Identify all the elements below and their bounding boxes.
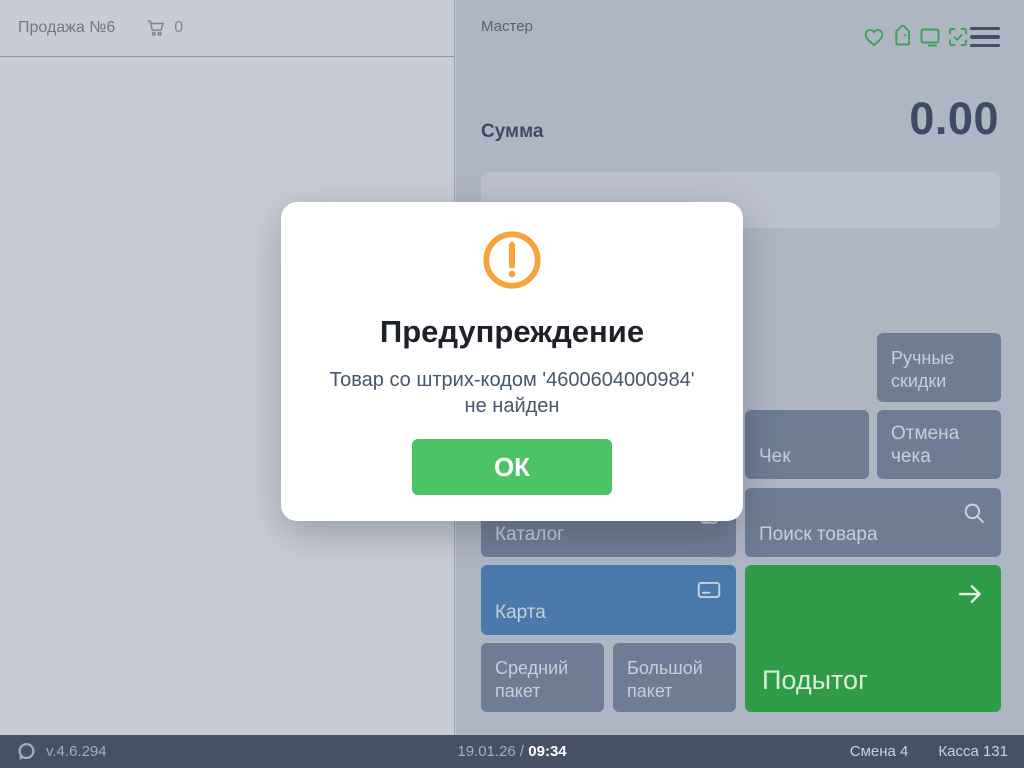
app-logo-icon xyxy=(16,741,37,762)
dialog-message: Товар со штрих-кодом '4600604000984' не … xyxy=(321,367,703,420)
sale-header: Продажа №6 0 xyxy=(0,0,454,57)
subtotal-button[interactable]: Подытог xyxy=(745,565,1001,712)
arrow-right-icon xyxy=(955,579,985,609)
search-icon xyxy=(961,500,987,526)
sum-value: 0.00 xyxy=(909,93,999,145)
pos-screen: Продажа №6 0 Мастер xyxy=(0,0,1024,768)
sum-label: Сумма xyxy=(481,121,543,143)
scan-check-icon[interactable] xyxy=(946,25,970,49)
version-text: v.4.6.294 xyxy=(46,743,107,760)
cart-icon xyxy=(145,17,167,39)
date-text: 19.01.26 xyxy=(457,743,515,760)
manual-discounts-button[interactable]: Ручные скидки xyxy=(877,333,1001,402)
cart-count: 0 xyxy=(174,19,183,37)
cashier-name: Мастер xyxy=(481,18,533,35)
menu-icon[interactable] xyxy=(970,27,1000,47)
register-label: Касса 131 xyxy=(938,743,1008,760)
medium-bag-button[interactable]: Средний пакет xyxy=(481,643,604,712)
heart-icon[interactable] xyxy=(862,25,886,49)
credit-card-icon xyxy=(696,577,722,603)
time-text: 09:34 xyxy=(528,743,566,760)
status-bar: v.4.6.294 19.01.26 / 09:34 Смена 4 Касса… xyxy=(0,735,1024,768)
warning-icon xyxy=(481,229,543,291)
monitor-icon[interactable] xyxy=(918,25,942,49)
receipt-button[interactable]: Чек xyxy=(745,410,869,479)
datetime: 19.01.26 / 09:34 xyxy=(457,743,566,760)
dialog-title: Предупреждение xyxy=(281,314,743,350)
cart-indicator[interactable]: 0 xyxy=(145,17,183,39)
tag-icon[interactable] xyxy=(890,25,914,49)
cancel-receipt-button[interactable]: Отмена чека xyxy=(877,410,1001,479)
card-button[interactable]: Карта xyxy=(481,565,736,635)
warning-dialog: Предупреждение Товар со штрих-кодом '460… xyxy=(281,202,743,521)
big-bag-button[interactable]: Большой пакет xyxy=(613,643,736,712)
header-icons xyxy=(862,25,970,49)
search-product-button[interactable]: Поиск товара xyxy=(745,488,1001,557)
sale-title: Продажа №6 xyxy=(18,19,115,37)
shift-label: Смена 4 xyxy=(850,743,909,760)
app-version: v.4.6.294 xyxy=(16,741,457,762)
ok-button[interactable]: ОК xyxy=(412,439,612,495)
